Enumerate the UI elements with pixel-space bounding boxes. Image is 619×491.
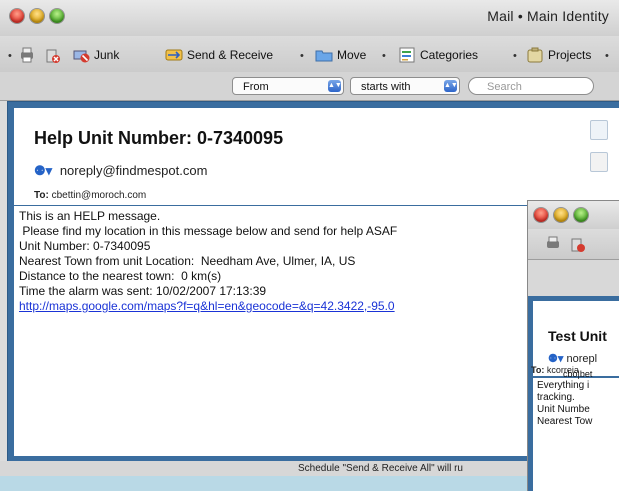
- projects-label: Projects: [548, 48, 592, 62]
- minimize-button[interactable]: [30, 9, 44, 23]
- body-line: This is an HELP message.: [19, 209, 161, 223]
- second-to-line2: cbo|bet: [563, 369, 593, 379]
- message-header: Help Unit Number: 0-7340095 ⚉▾ noreply@f…: [14, 108, 619, 205]
- projects-menu-dot[interactable]: •: [605, 50, 609, 62]
- second-body-text: cbo|bet Everything i tracking. Unit Numb…: [537, 369, 593, 428]
- second-body-line: Unit Numbe: [537, 404, 590, 415]
- move-menu-dot[interactable]: •: [382, 50, 386, 62]
- send-receive-label: Send & Receive: [187, 48, 274, 62]
- search-input[interactable]: Search: [468, 77, 594, 95]
- to-label: To:: [34, 190, 49, 201]
- close-button[interactable]: [10, 9, 24, 23]
- trash-icon[interactable]: [568, 235, 586, 253]
- second-mail-window[interactable]: Test Unit ⚉▾ norepl To: kcorreia cbo|bet…: [527, 200, 619, 491]
- body-line: Nearest Town from unit Location: Needham…: [19, 254, 356, 268]
- field-select-value: From: [243, 81, 269, 93]
- from-address[interactable]: noreply@findmespot.com: [60, 163, 208, 178]
- body-text: This is an HELP message. Please find my …: [19, 209, 397, 314]
- move-button[interactable]: Move: [315, 44, 366, 66]
- body-line: Unit Number: 0-7340095: [19, 239, 151, 253]
- body-line: Time the alarm was sent: 10/02/2007 17:1…: [19, 284, 267, 298]
- message-subject: Help Unit Number: 0-7340095: [34, 128, 284, 148]
- status-text: Schedule "Send & Receive All" will ru: [298, 463, 463, 474]
- printer-icon: [21, 47, 33, 63]
- projects-icon: [527, 47, 543, 63]
- delete-button[interactable]: [43, 44, 65, 66]
- title-bar[interactable]: Mail • Main Identity: [0, 0, 619, 37]
- print-button[interactable]: [18, 44, 40, 66]
- second-title-bar[interactable]: [528, 201, 619, 229]
- select-arrows-icon: ▲▼: [444, 80, 458, 92]
- folder-icon: [315, 50, 333, 62]
- second-body-line: tracking.: [537, 392, 575, 403]
- toolbar: • Junk Send & Receive • Move • Categorie…: [0, 36, 619, 72]
- notes-icon[interactable]: [590, 152, 608, 172]
- message-from[interactable]: ⚉▾ noreply@findmespot.com: [34, 163, 207, 179]
- junk-button[interactable]: Junk: [72, 44, 119, 66]
- second-body-line: Everything i: [537, 380, 590, 391]
- second-minimize-button[interactable]: [554, 208, 568, 222]
- second-message-subject: Test Unit: [548, 328, 607, 344]
- printer-icon[interactable]: [544, 235, 562, 253]
- move-label: Move: [337, 48, 367, 62]
- categories-label: Categories: [420, 48, 479, 62]
- field-select[interactable]: From ▲▼: [232, 77, 344, 95]
- send-receive-menu-dot[interactable]: •: [300, 50, 304, 62]
- message-to: To: cbettin@moroch.com: [34, 190, 146, 201]
- contact-icon: ⚉▾: [34, 163, 53, 178]
- send-receive-button[interactable]: Send & Receive: [165, 44, 273, 66]
- maps-link[interactable]: http://maps.google.com/maps?f=q&hl=en&ge…: [19, 299, 395, 313]
- zoom-button[interactable]: [50, 9, 64, 23]
- junk-icon: [73, 50, 90, 63]
- second-body-line: Nearest Tow: [537, 416, 593, 427]
- body-line: Please find my location in this message …: [19, 224, 398, 238]
- junk-label: Junk: [94, 48, 120, 62]
- operator-select-value: starts with: [361, 81, 411, 93]
- select-arrows-icon: ▲▼: [328, 80, 342, 92]
- filter-bar: From ▲▼ starts with ▲▼ Search: [0, 72, 619, 101]
- attachment-icon[interactable]: [590, 120, 608, 140]
- second-message-body: To: kcorreia cbo|bet Everything i tracki…: [531, 365, 619, 491]
- second-close-button[interactable]: [534, 208, 548, 222]
- search-placeholder: Search: [487, 81, 522, 93]
- toolbar-dot: •: [8, 50, 12, 62]
- projects-button[interactable]: Projects: [526, 44, 591, 66]
- second-message-pane: Test Unit ⚉▾ norepl To: kcorreia cbo|bet…: [528, 296, 619, 491]
- categories-icon: [399, 47, 415, 63]
- second-to-label: To:: [531, 365, 545, 375]
- categories-button[interactable]: Categories: [398, 44, 478, 66]
- trash-icon: [46, 49, 60, 63]
- window-title: Mail • Main Identity: [487, 8, 609, 24]
- categories-menu-dot[interactable]: •: [513, 50, 517, 62]
- body-line: Distance to the nearest town: 0 km(s): [19, 269, 222, 283]
- to-address[interactable]: cbettin@moroch.com: [52, 190, 147, 201]
- send-receive-icon: [165, 49, 183, 61]
- second-zoom-button[interactable]: [574, 208, 588, 222]
- second-toolbar: [528, 229, 619, 260]
- operator-select[interactable]: starts with ▲▼: [350, 77, 460, 95]
